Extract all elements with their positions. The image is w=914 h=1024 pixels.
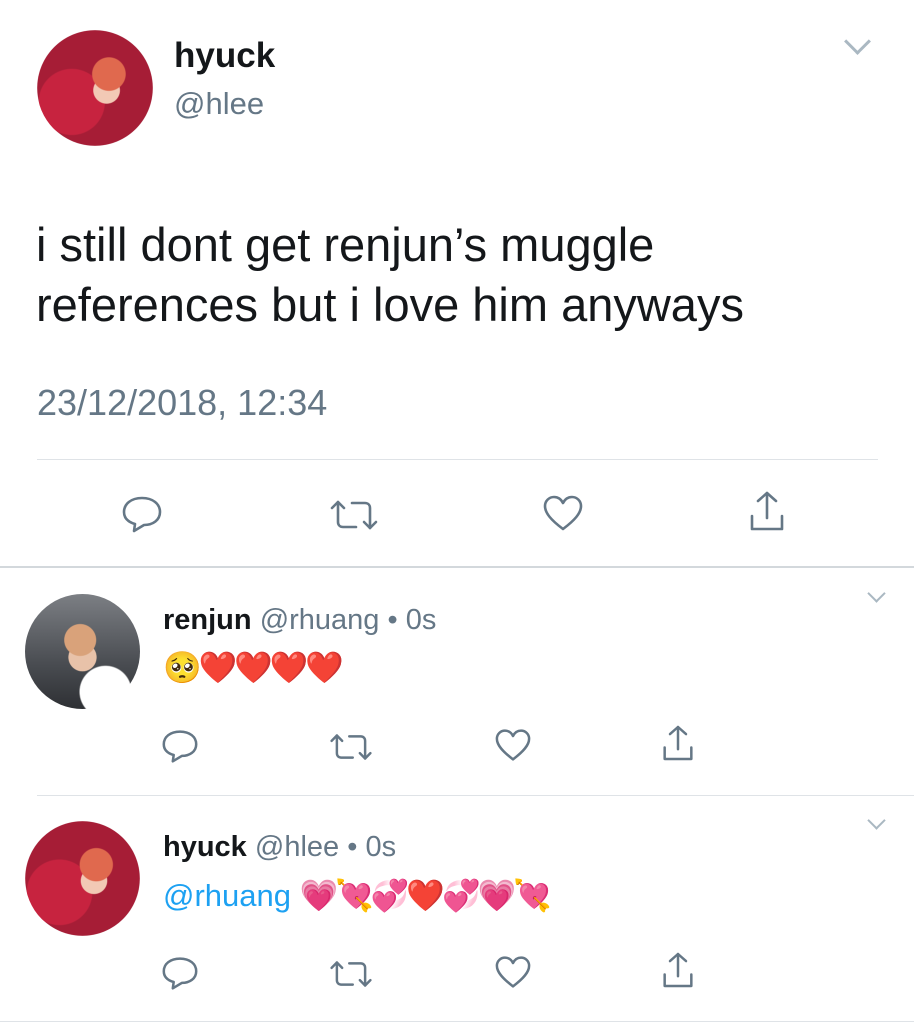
divider xyxy=(0,1021,914,1022)
divider xyxy=(0,566,914,568)
share-icon[interactable] xyxy=(662,951,694,989)
reply-emoji: 🥺❤️❤️❤️❤️ xyxy=(163,650,344,685)
reply-icon[interactable] xyxy=(160,955,200,991)
avatar[interactable] xyxy=(25,821,140,936)
chevron-down-icon[interactable] xyxy=(844,28,871,55)
retweet-icon[interactable] xyxy=(328,498,380,532)
time[interactable]: 0s xyxy=(406,604,437,636)
reply-header: renjun @rhuang • 0s xyxy=(163,604,436,637)
divider xyxy=(37,459,878,460)
chevron-down-icon[interactable] xyxy=(867,584,886,603)
divider xyxy=(37,795,914,796)
tweet-text: i still dont get renjun’s muggle referen… xyxy=(36,218,744,331)
timestamp[interactable]: 23/12/2018, 12:34 xyxy=(37,382,327,424)
mention-link[interactable]: @rhuang xyxy=(163,878,291,913)
heart-icon[interactable] xyxy=(494,728,532,762)
reply-emoji: 💗💘💞❤️💞💗💘 xyxy=(299,878,552,913)
chevron-down-icon[interactable] xyxy=(867,811,886,830)
display-name[interactable]: hyuck xyxy=(174,36,275,76)
heart-icon[interactable] xyxy=(494,955,532,989)
retweet-icon[interactable] xyxy=(328,959,374,989)
reply-icon[interactable] xyxy=(120,494,164,534)
separator: • xyxy=(387,604,398,636)
reply-body: @rhuang 💗💘💞❤️💞💗💘 xyxy=(163,876,552,916)
time[interactable]: 0s xyxy=(365,831,396,863)
heart-icon[interactable] xyxy=(542,494,584,532)
retweet-icon[interactable] xyxy=(328,732,374,762)
display-name[interactable]: hyuck xyxy=(163,831,247,863)
separator: • xyxy=(347,831,358,863)
display-name[interactable]: renjun xyxy=(163,604,252,636)
avatar[interactable] xyxy=(25,594,140,709)
reply-icon[interactable] xyxy=(160,728,200,764)
handle[interactable]: @hlee xyxy=(255,831,339,863)
handle[interactable]: @rhuang xyxy=(260,604,380,636)
avatar[interactable] xyxy=(37,30,153,146)
share-icon[interactable] xyxy=(749,490,785,532)
reply-header: hyuck @hlee • 0s xyxy=(163,831,396,864)
handle[interactable]: @hlee xyxy=(174,86,264,122)
share-icon[interactable] xyxy=(662,724,694,762)
